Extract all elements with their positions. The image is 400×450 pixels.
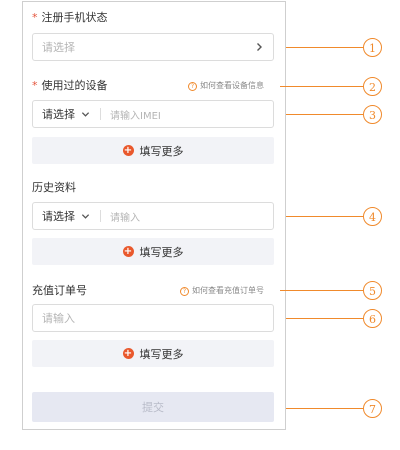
question-circle-icon: ? [188,81,197,91]
device-info-help-link[interactable]: ? 如何查看设备信息 [188,80,264,92]
callout-marker-7: 7 [363,399,382,418]
callout-line-6 [286,318,363,319]
chevron-down-icon [81,111,90,117]
callout-marker-2: 2 [363,77,382,96]
plus-circle-icon: + [122,145,134,156]
question-circle-icon: ? [180,286,189,296]
required-mark: * [32,11,38,24]
plus-circle-icon: + [122,348,134,359]
used-device-field: 请选择 请输入IMEI [32,100,274,128]
recharge-add-more-button[interactable]: + 填写更多 [32,340,274,367]
callout-line-2 [280,86,363,87]
chevron-right-icon [257,43,262,51]
history-label-text: 历史资料 [32,181,76,194]
register-status-label-text: 注册手机状态 [41,11,108,24]
plus-circle-icon: + [122,246,134,257]
device-add-more-button[interactable]: + 填写更多 [32,137,274,164]
recharge-order-input[interactable]: 请输入 [32,304,274,332]
recharge-order-placeholder: 请输入 [42,312,75,325]
register-status-select[interactable]: 请选择 [32,33,274,61]
callout-marker-5: 5 [363,281,382,300]
device-add-more-label: 填写更多 [139,144,184,158]
callout-line-7 [286,408,363,409]
recharge-order-label-text: 充值订单号 [32,284,87,297]
callout-marker-3: 3 [363,105,382,124]
used-device-label: * 使用过的设备 [32,79,108,93]
register-status-label: * 注册手机状态 [32,11,108,25]
history-type-select-value: 请选择 [42,210,75,223]
device-info-help-text: 如何查看设备信息 [200,81,264,90]
history-input[interactable]: 请输入 [101,209,140,224]
callout-line-3 [286,114,363,115]
recharge-add-more-label: 填写更多 [139,347,184,361]
submit-label: 提交 [142,401,164,414]
callout-line-4 [286,216,363,217]
recharge-order-help-link[interactable]: ? 如何查看充值订单号 [180,285,264,297]
callout-marker-6: 6 [363,309,382,328]
chevron-down-icon [81,213,90,219]
history-add-more-button[interactable]: + 填写更多 [32,238,274,265]
imei-input[interactable]: 请输入IMEI [101,107,161,122]
history-add-more-label: 填写更多 [139,245,184,259]
required-mark: * [32,79,38,92]
form-page: * 注册手机状态 请选择 * 使用过的设备 ? 如何查看设备信息 请选择 请输入IM… [0,0,400,450]
history-type-select[interactable]: 请选择 [33,203,100,229]
register-status-placeholder: 请选择 [42,41,75,54]
device-type-select-value: 请选择 [42,108,75,121]
used-device-label-text: 使用过的设备 [41,79,108,92]
recharge-order-help-text: 如何查看充值订单号 [192,286,264,295]
submit-button[interactable]: 提交 [32,392,274,422]
callout-marker-4: 4 [363,207,382,226]
device-type-select[interactable]: 请选择 [33,101,100,127]
recharge-order-label: 充值订单号 [32,284,87,298]
callout-line-1 [286,47,363,48]
history-label: 历史资料 [32,181,76,195]
callout-line-5 [280,290,363,291]
callout-marker-1: 1 [363,38,382,57]
history-field: 请选择 请输入 [32,202,274,230]
